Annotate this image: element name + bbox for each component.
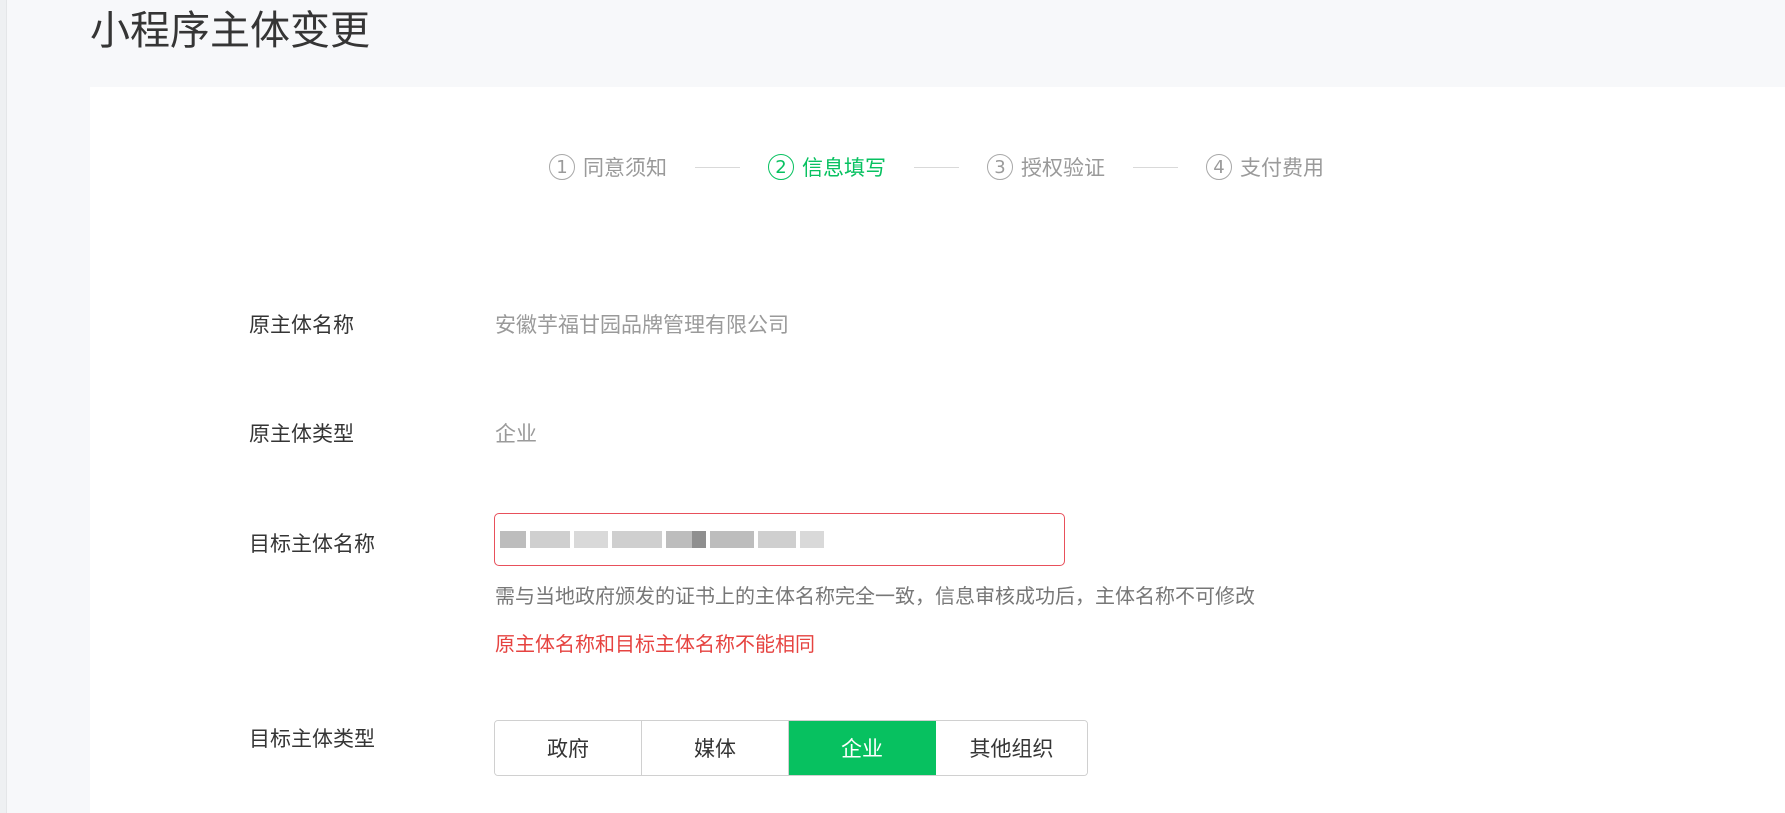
type-option-media[interactable]: 媒体 <box>642 721 789 775</box>
step-label: 同意须知 <box>583 156 667 180</box>
step-label: 授权验证 <box>1021 156 1105 180</box>
step-agreement: 1 同意须知 <box>549 152 667 182</box>
target-name-hint: 需与当地政府颁发的证书上的主体名称完全一致，信息审核成功后，主体名称不可修改 <box>495 584 1255 608</box>
content-panel <box>90 87 1785 813</box>
original-type-value: 企业 <box>495 422 537 446</box>
step-label: 信息填写 <box>802 156 886 180</box>
step-number: 3 <box>987 154 1013 180</box>
step-number: 1 <box>549 154 575 180</box>
type-option-government[interactable]: 政府 <box>495 721 642 775</box>
step-number: 2 <box>768 154 794 180</box>
target-name-error: 原主体名称和目标主体名称不能相同 <box>495 632 815 656</box>
target-type-label: 目标主体类型 <box>249 727 375 751</box>
type-option-other-org[interactable]: 其他组织 <box>936 721 1087 775</box>
type-option-enterprise[interactable]: 企业 <box>789 721 936 775</box>
step-authorization: 3 授权验证 <box>987 152 1105 182</box>
step-connector <box>914 166 959 168</box>
step-label: 支付费用 <box>1240 156 1324 180</box>
step-payment: 4 支付费用 <box>1206 152 1324 182</box>
original-name-label: 原主体名称 <box>249 313 354 337</box>
original-type-label: 原主体类型 <box>249 422 354 446</box>
left-edge-strip <box>0 0 7 813</box>
step-info-fill: 2 信息填写 <box>768 152 886 182</box>
target-name-input[interactable] <box>494 513 1065 566</box>
target-type-selector: 政府 媒体 企业 其他组织 <box>494 720 1088 776</box>
page-title: 小程序主体变更 <box>90 8 370 54</box>
original-name-value: 安徽芋福甘园品牌管理有限公司 <box>495 313 789 337</box>
step-connector <box>1133 166 1178 168</box>
stepper: 1 同意须知 2 信息填写 3 授权验证 4 支付费用 <box>549 150 1324 184</box>
step-number: 4 <box>1206 154 1232 180</box>
step-connector <box>695 166 740 168</box>
target-name-label: 目标主体名称 <box>249 532 375 556</box>
